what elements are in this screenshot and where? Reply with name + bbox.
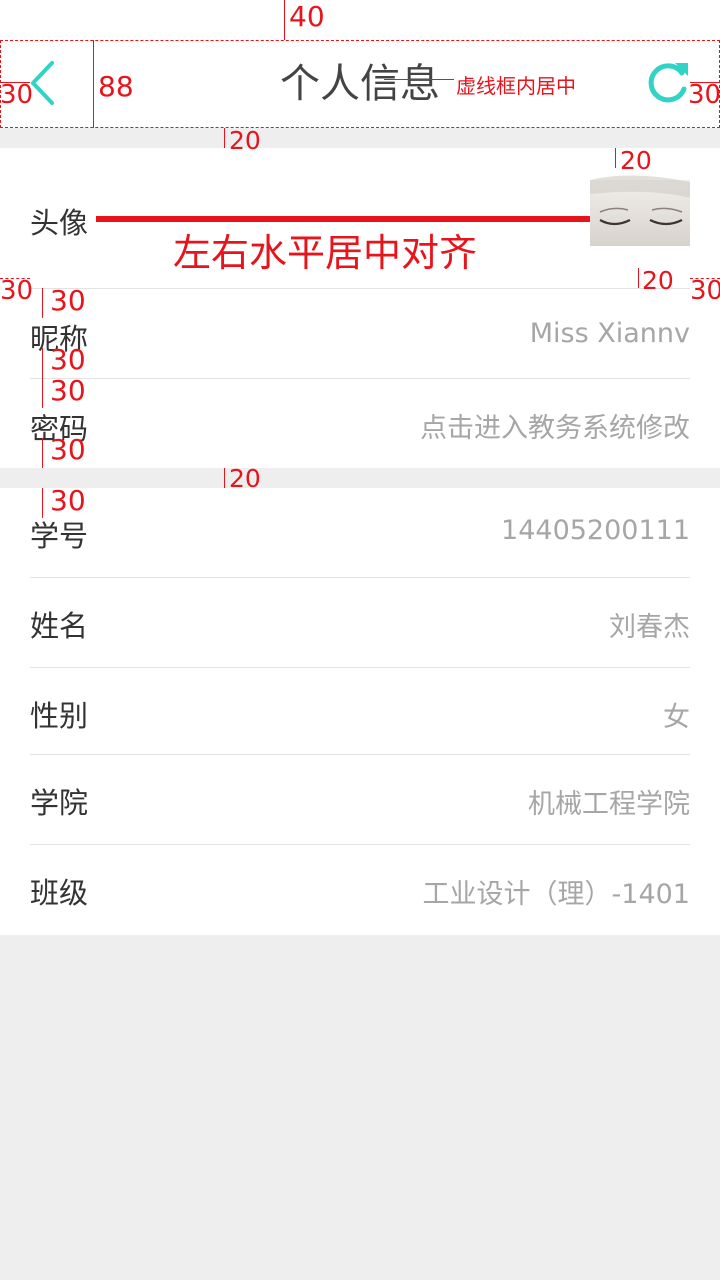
row-left-margin-label: 30	[0, 276, 34, 306]
header-right-margin-label: 30	[688, 80, 720, 110]
pad-a-label: 30	[50, 284, 86, 317]
college-value: 机械工程学院	[528, 789, 690, 820]
header-left-margin-label: 30	[0, 80, 34, 110]
nickname-value: Miss Xiannv	[529, 318, 690, 349]
nickname-row[interactable]: 昵称 Miss Xiannv	[30, 289, 690, 379]
gender-value: 女	[663, 702, 690, 733]
student-id-label: 学号	[30, 519, 89, 553]
center-note: 虚线框内居中	[456, 74, 576, 98]
gender-row: 性别 女	[30, 668, 690, 755]
gap2-line	[224, 468, 225, 488]
center-note-line	[384, 79, 454, 80]
avatar[interactable]	[590, 168, 690, 268]
name-value: 刘春杰	[609, 612, 690, 643]
pad-e-line	[42, 488, 43, 518]
name-label: 姓名	[30, 609, 89, 643]
align-note: 左右水平居中对齐	[173, 231, 478, 275]
pad-b-label: 30	[50, 343, 86, 376]
pad-c-line	[42, 378, 43, 408]
header-height-line	[93, 40, 94, 128]
avatar-bottom-line	[638, 268, 639, 288]
college-label: 学院	[30, 786, 89, 820]
pad-d-line	[42, 438, 43, 468]
status-area	[0, 0, 720, 40]
pad-e-label: 30	[50, 484, 86, 517]
profile-section: 头像 昵称 Miss Xiannv 密码 点击进入教务系统修改	[0, 148, 720, 468]
avatar-label: 头像	[30, 206, 89, 240]
college-row: 学院 机械工程学院	[30, 755, 690, 845]
gender-label: 性别	[30, 699, 89, 733]
password-row[interactable]: 密码 点击进入教务系统修改	[30, 379, 690, 468]
top-spacing-line	[284, 0, 285, 40]
info-section: 学号 14405200111 姓名 刘春杰 性别 女 学院 机械工程学院 班级 …	[0, 488, 720, 935]
gap1-line	[224, 128, 225, 148]
avatar-top-line	[615, 148, 616, 168]
avatar-top-label: 20	[620, 146, 652, 175]
student-id-row: 学号 14405200111	[30, 488, 690, 578]
avatar-photo	[590, 168, 690, 268]
pad-b-line	[42, 348, 43, 378]
password-value: 点击进入教务系统修改	[420, 413, 690, 444]
row-right-margin-label: 30	[690, 276, 720, 306]
gap2-label: 20	[229, 464, 261, 493]
top-spacing-label: 40	[289, 0, 325, 33]
avatar-bottom-label: 20	[642, 266, 674, 295]
gap1-label: 20	[229, 126, 261, 155]
header-height-label: 88	[98, 70, 134, 103]
class-label: 班级	[30, 876, 89, 910]
class-value: 工业设计（理）-1401	[422, 879, 690, 910]
pad-a-line	[42, 288, 43, 318]
pad-d-label: 30	[50, 433, 86, 466]
class-row: 班级 工业设计（理）-1401	[30, 845, 690, 935]
student-id-value: 14405200111	[501, 515, 690, 546]
name-row: 姓名 刘春杰	[30, 578, 690, 668]
pad-c-label: 30	[50, 374, 86, 407]
